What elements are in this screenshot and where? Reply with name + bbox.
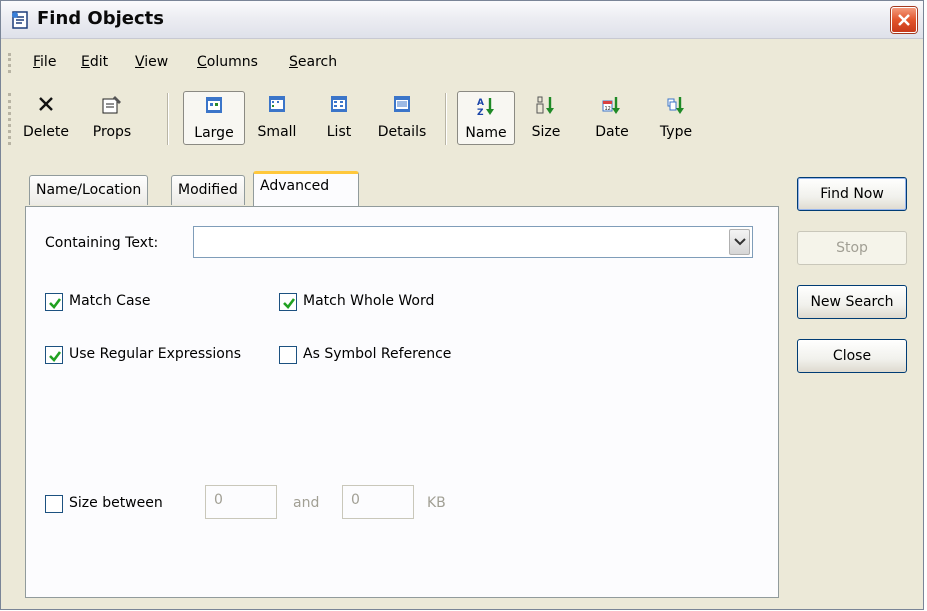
menu-search[interactable]: Search bbox=[289, 54, 337, 70]
kb-unit-label: KB bbox=[427, 495, 446, 511]
sort-type-icon bbox=[666, 95, 686, 119]
containing-text-combo[interactable] bbox=[193, 226, 753, 258]
menu-edit[interactable]: Edit bbox=[81, 54, 108, 70]
name-label: Name bbox=[465, 125, 507, 141]
tab-name-location[interactable]: Name/Location bbox=[29, 175, 149, 205]
match-whole-word-label[interactable]: Match Whole Word bbox=[303, 293, 434, 309]
find-objects-app-icon bbox=[10, 10, 30, 30]
combo-dropdown-button[interactable] bbox=[729, 229, 750, 255]
tab-modified-label: Modified bbox=[178, 182, 238, 198]
date-label: Date bbox=[595, 124, 629, 140]
window-title: Find Objects bbox=[37, 8, 164, 29]
toolbar-separator bbox=[445, 93, 447, 145]
props-button[interactable]: Props bbox=[81, 91, 143, 145]
sort-az-icon: AZ bbox=[476, 96, 496, 120]
sort-name-button[interactable]: AZ Name bbox=[457, 91, 515, 145]
close-icon bbox=[898, 14, 910, 26]
menu-view[interactable]: View bbox=[135, 54, 168, 70]
menu-columns[interactable]: Columns bbox=[197, 54, 258, 70]
checkmark-icon bbox=[49, 351, 62, 362]
details-label: Details bbox=[377, 124, 427, 140]
details-view-icon bbox=[393, 95, 411, 117]
tab-name-location-label: Name/Location bbox=[36, 182, 142, 198]
title-bar[interactable]: Find Objects bbox=[1, 1, 923, 39]
small-icons-icon bbox=[268, 95, 286, 117]
size-between-checkbox[interactable] bbox=[45, 495, 63, 513]
type-label: Type bbox=[659, 124, 693, 140]
sort-date-button[interactable]: 12 Date bbox=[587, 91, 637, 145]
menu-file[interactable]: File bbox=[33, 54, 56, 70]
checkmark-icon bbox=[283, 298, 296, 309]
use-regex-checkbox[interactable] bbox=[45, 346, 63, 364]
view-large-button[interactable]: Large bbox=[183, 91, 245, 145]
close-window-button[interactable] bbox=[891, 7, 917, 33]
properties-icon bbox=[101, 95, 123, 119]
props-label: Props bbox=[92, 124, 132, 140]
size-max-input[interactable]: 0 bbox=[342, 485, 414, 519]
svg-text:12: 12 bbox=[605, 106, 611, 112]
list-view-icon bbox=[330, 95, 348, 117]
advanced-panel bbox=[25, 206, 779, 598]
delete-x-icon bbox=[37, 95, 55, 117]
use-regex-label[interactable]: Use Regular Expressions bbox=[69, 346, 241, 362]
stop-button[interactable]: Stop bbox=[797, 231, 907, 265]
menubar-grip[interactable] bbox=[8, 53, 11, 73]
small-label: Small bbox=[257, 124, 297, 140]
sort-type-button[interactable]: Type bbox=[651, 91, 701, 145]
sort-size-icon bbox=[536, 95, 556, 119]
match-case-checkbox[interactable] bbox=[45, 293, 63, 311]
delete-label: Delete bbox=[23, 124, 69, 140]
new-search-button[interactable]: New Search bbox=[797, 285, 907, 319]
match-whole-word-checkbox[interactable] bbox=[279, 293, 297, 311]
toolbar-grip[interactable] bbox=[8, 93, 11, 145]
find-objects-window: Find Objects File Edit View Columns Sear… bbox=[0, 0, 924, 610]
find-now-label: Find Now bbox=[820, 186, 884, 202]
view-list-button[interactable]: List bbox=[313, 91, 365, 145]
delete-button[interactable]: Delete bbox=[15, 91, 77, 145]
size-between-label[interactable]: Size between bbox=[69, 495, 163, 511]
match-case-label[interactable]: Match Case bbox=[69, 293, 150, 309]
symbol-reference-label[interactable]: As Symbol Reference bbox=[303, 346, 451, 362]
containing-text-label: Containing Text: bbox=[45, 235, 159, 251]
large-label: Large bbox=[194, 125, 234, 141]
svg-text:A: A bbox=[477, 98, 484, 108]
checkmark-icon bbox=[49, 298, 62, 309]
sort-date-icon: 12 bbox=[602, 95, 622, 119]
close-button[interactable]: Close bbox=[797, 339, 907, 373]
and-label: and bbox=[293, 495, 320, 511]
chevron-down-icon bbox=[734, 238, 746, 246]
toolbar-separator bbox=[167, 93, 169, 145]
tab-advanced[interactable]: Advanced bbox=[253, 171, 359, 206]
svg-text:Z: Z bbox=[477, 108, 484, 116]
size-label: Size bbox=[531, 124, 561, 140]
size-min-input[interactable]: 0 bbox=[205, 485, 277, 519]
tab-modified[interactable]: Modified bbox=[171, 175, 245, 205]
new-search-label: New Search bbox=[810, 294, 894, 310]
large-icons-icon bbox=[205, 96, 223, 118]
menu-bar: File Edit View Columns Search bbox=[5, 51, 919, 75]
list-label: List bbox=[326, 124, 352, 140]
tab-advanced-label: Advanced bbox=[260, 178, 330, 194]
view-small-button[interactable]: Small bbox=[249, 91, 305, 145]
toolbar: Delete Props Large Small List Details A … bbox=[5, 85, 919, 155]
find-now-button[interactable]: Find Now bbox=[797, 177, 907, 211]
close-label: Close bbox=[832, 348, 872, 364]
stop-label: Stop bbox=[836, 240, 868, 256]
symbol-reference-checkbox[interactable] bbox=[279, 346, 297, 364]
view-details-button[interactable]: Details bbox=[369, 91, 435, 145]
sort-size-button[interactable]: Size bbox=[523, 91, 569, 145]
